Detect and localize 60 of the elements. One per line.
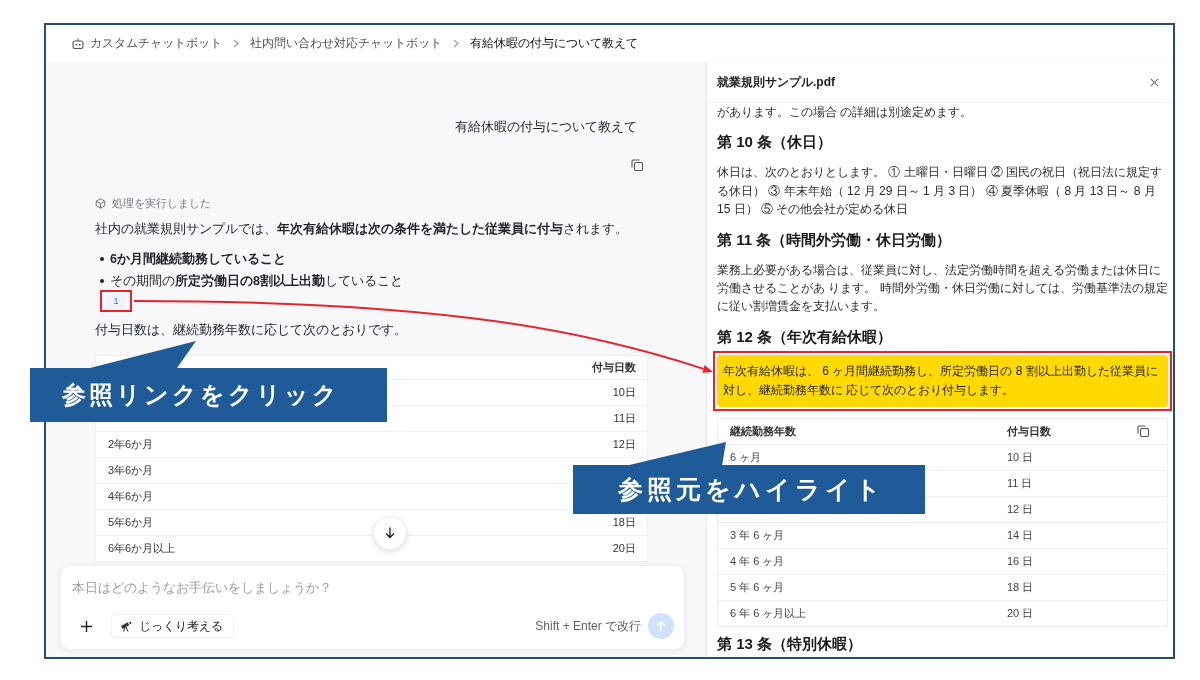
- telescope-icon: [120, 620, 132, 632]
- cube-icon: [95, 197, 106, 209]
- robot-icon: [72, 38, 84, 49]
- table-cell: 20 日: [1007, 606, 1034, 619]
- table-cell: 18日: [612, 516, 636, 528]
- section-heading: 第 13 条（特別休暇）: [717, 633, 864, 654]
- table-cell: 6 ヶ月: [730, 450, 762, 463]
- table-cell: 4 年 6 ヶ月: [730, 554, 785, 567]
- table-cell: 6年6か月以上: [108, 542, 176, 554]
- citation-link[interactable]: 1: [107, 294, 125, 308]
- breadcrumb-link[interactable]: 社内問い合わせ対応チャットボット: [250, 35, 442, 52]
- answer-text: 付与日数は、継続勤務年数に応じて次のとおりです。: [95, 322, 408, 339]
- table-cell: 10 日: [1007, 450, 1034, 463]
- table-cell: 3 年 6 ヶ月: [730, 528, 785, 541]
- table-cell: 10日: [612, 386, 636, 398]
- table-cell: 12日: [612, 438, 636, 450]
- table-cell: 5 年 6 ヶ月: [730, 580, 785, 593]
- think-button[interactable]: じっくり考える: [111, 614, 234, 638]
- table-cell: 5年6か月: [108, 516, 154, 528]
- table-cell: 18 日: [1007, 580, 1034, 593]
- table-cell: 12 日: [1007, 502, 1034, 515]
- list-item-text: その期間の所定労働日の8割以上出勤していること: [110, 273, 403, 290]
- bullet-icon: [100, 257, 104, 261]
- table-cell: 20日: [612, 542, 636, 554]
- column-header: 継続勤務年数: [730, 424, 796, 437]
- close-icon[interactable]: [1150, 77, 1159, 87]
- table-cell: 6 年 6 ヶ月以上: [730, 606, 807, 619]
- copy-icon[interactable]: [1137, 425, 1149, 438]
- chevron-right-icon: [453, 39, 459, 48]
- breadcrumb-link[interactable]: カスタムチャットボット: [90, 35, 222, 52]
- table-cell: 2年6か月: [108, 438, 154, 450]
- table-cell: 14 日: [1007, 528, 1034, 541]
- document-paragraph: 休日は、次のとおりとします。 ① 土曜日・日曜日 ② 国民の祝日（祝日法に規定する休日） ③ 年末年始（ 12 月 29 日～ 1 月 3 日） ④ 夏季休暇（ 8 月 13 日～ 8 月 15 日） ⑤ その他会社が定める休日: [717, 164, 1164, 219]
- bullet-icon: [100, 279, 104, 283]
- table-cell: 11 日: [1007, 476, 1033, 489]
- shortcut-hint: Shift + Enter で改行: [535, 617, 641, 635]
- highlighted-paragraph: 年次有給休暇は、 6 ヶ月間継続勤務し、所定労働日の 8 割以上出勤した従業員に対し、継続勤務年数に 応じて次のとおり付与します。: [717, 354, 1168, 407]
- document-paragraph: 業務上必要がある場合は、従業員に対し、法定労働時間を超える労働または休日に労働させることがあ ります。 時間外労働・休日労働に対しては、労働基準法の規定に従い割増賃金を支払います。: [717, 261, 1168, 316]
- section-heading: 第 12 条（年次有給休暇）: [717, 326, 894, 347]
- table-cell: 3年6か月: [108, 464, 154, 476]
- column-header: 付与日数: [1007, 424, 1051, 437]
- section-heading: 第 10 条（休日）: [717, 132, 834, 153]
- table-cell: 4年6か月: [108, 490, 154, 502]
- table-cell: 11日: [613, 412, 636, 424]
- user-message: 有給休暇の付与について教えて: [455, 120, 637, 134]
- table-cell: 16 日: [1007, 554, 1034, 567]
- plus-icon: [80, 620, 92, 632]
- status-text: 処理を実行しました: [112, 196, 211, 211]
- copy-icon[interactable]: [631, 159, 643, 171]
- send-icon: [656, 620, 666, 632]
- message-input[interactable]: 本日はどのようなお手伝いをしましょうか？: [72, 578, 674, 598]
- list-item-text: 6か月間継続勤務していること: [110, 251, 286, 268]
- column-header: 付与日数: [592, 361, 636, 373]
- chevron-right-icon: [233, 39, 239, 48]
- arrow-down-icon: [385, 527, 395, 539]
- breadcrumb-current[interactable]: 有給休暇の付与について教えて: [470, 35, 638, 52]
- document-title: 就業規則サンプル.pdf: [717, 73, 835, 91]
- answer-text: 社内の就業規則サンプルでは、年次有給休暇は次の条件を満たした従業員に付与されます。: [95, 221, 629, 238]
- document-paragraph: があります。この場合 の詳細は別途定めます。: [717, 104, 974, 121]
- section-heading: 第 11 条（時間外労働・休日労働）: [717, 229, 953, 250]
